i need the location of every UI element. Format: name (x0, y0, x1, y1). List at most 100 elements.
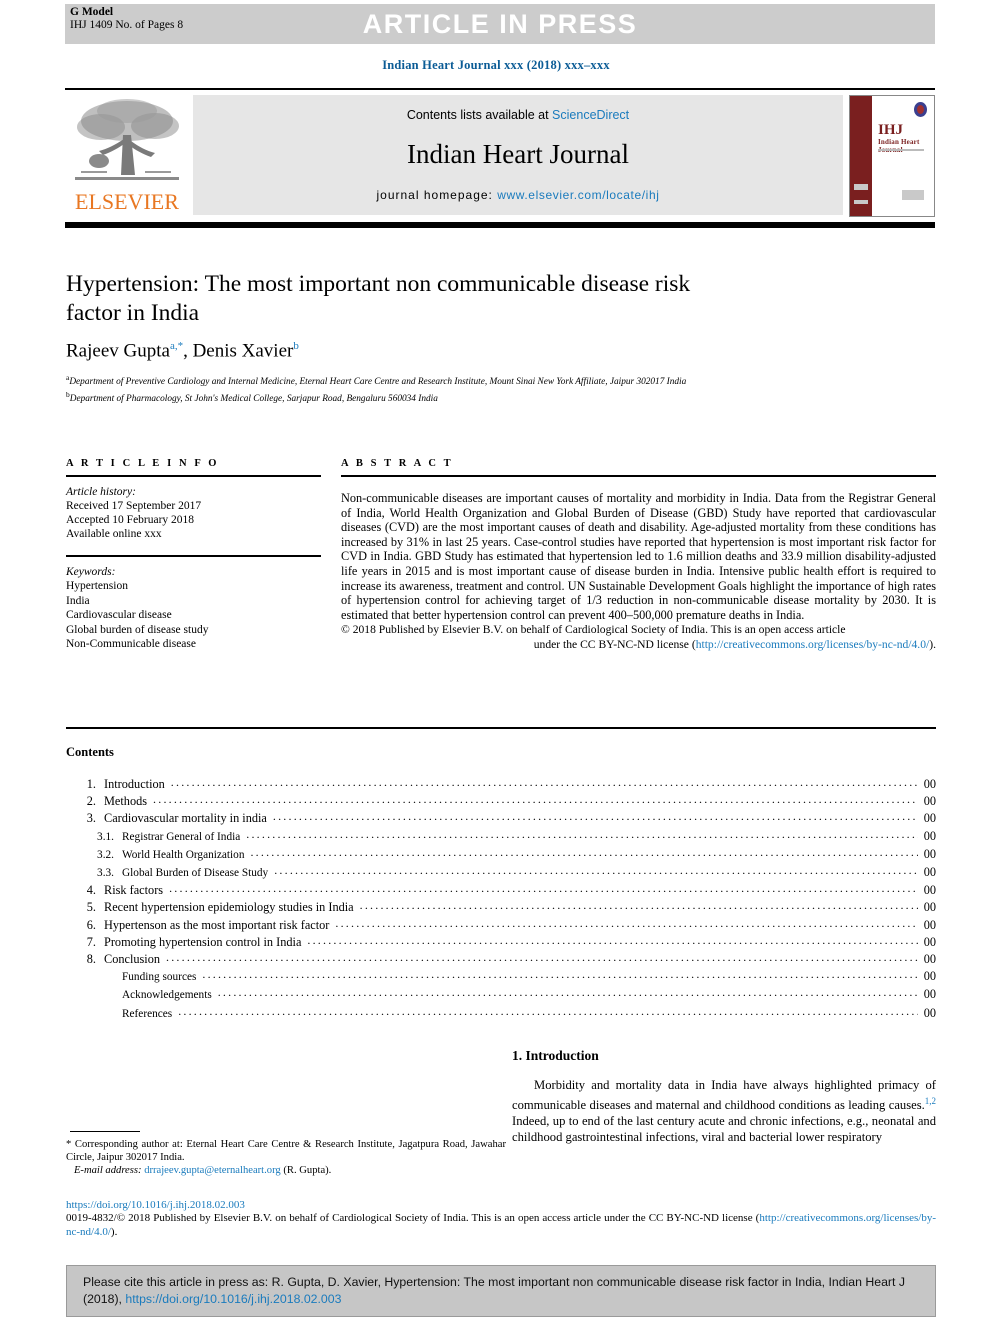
keywords-rule (66, 555, 321, 557)
received-date: Received 17 September 2017 (66, 500, 202, 512)
article-history-label: Article history: (66, 486, 136, 498)
toc-dot-leader: ........................................… (178, 1003, 918, 1018)
masthead: ELSEVIER Contents lists available at Sci… (65, 93, 935, 218)
toc-item-label[interactable]: Methods (104, 793, 153, 810)
toc-item-label[interactable]: Funding sources (122, 969, 202, 986)
toc-dot-leader: ........................................… (250, 844, 918, 859)
toc-dot-leader: ........................................… (153, 792, 918, 807)
toc-dot-leader: ........................................… (166, 950, 918, 965)
toc-item-label[interactable]: Conclusion (104, 951, 166, 968)
article-info-column: A R T I C L E I N F O Article history: R… (66, 458, 321, 652)
toc-item-number: 3. (86, 811, 96, 826)
toc-dot-leader: ........................................… (170, 775, 918, 789)
corresponding-author-footnote: * Corresponding author at: Eternal Heart… (66, 1138, 506, 1178)
journal-homepage-link[interactable]: www.elsevier.com/locate/ihj (497, 188, 659, 202)
corresponding-author-email-link[interactable]: drrajeev.gupta@eternalheart.org (144, 1165, 281, 1176)
contents-heading: Contents (66, 745, 114, 759)
toc-dot-leader: ........................................… (359, 898, 918, 913)
accepted-date: Accepted 10 February 2018 (66, 514, 195, 526)
toc-dot-leader: ........................................… (246, 826, 918, 841)
g-model-label: G Model (70, 6, 114, 18)
toc-item-page: 00 (923, 828, 936, 843)
keyword-item: Non-Communicable disease (66, 638, 196, 650)
toc-row[interactable]: References..............................… (66, 1003, 936, 1023)
introduction-heading: 1. Introduction (512, 1048, 599, 1063)
toc-item-label[interactable]: Hypertenson as the most important risk f… (104, 917, 335, 934)
g-model-block: G Model IHJ 1409 No. of Pages 8 (70, 6, 183, 32)
toc-dot-leader: ........................................… (169, 881, 918, 896)
footnote-rule (70, 1131, 140, 1132)
author-2-affiliation-marker[interactable]: b (293, 340, 299, 352)
toc-dot-leader: ........................................… (335, 915, 918, 930)
table-of-contents: 1. Introduction..........................… (66, 775, 936, 1023)
toc-dot-leader: ........................................… (272, 809, 918, 824)
toc-item-label[interactable]: Registrar General of India (122, 829, 246, 846)
abstract-licence-line: under the CC BY-NC-ND license (http://cr… (341, 638, 936, 652)
masthead-top-rule (65, 88, 935, 90)
cover-rule (878, 149, 924, 151)
author-name-2: Denis Xavier (192, 340, 294, 362)
toc-item-label[interactable]: References (122, 1006, 178, 1023)
toc-item-page: 00 (923, 865, 936, 880)
available-online-date: Available online xxx (66, 528, 162, 540)
cover-emblem-icon (914, 102, 927, 117)
citation-notice-box: Please cite this article in press as: R.… (66, 1265, 936, 1317)
toc-item-page: 00 (923, 794, 936, 809)
contents-available-line: Contents lists available at ScienceDirec… (193, 108, 843, 122)
email-address-label: E-mail address: (73, 1165, 142, 1177)
abstract-column: A B S T R A C T Non-communicable disease… (341, 458, 936, 652)
corresponding-author-text: Corresponding author at: Eternal Heart C… (66, 1139, 506, 1164)
elsevier-logo: ELSEVIER (67, 95, 187, 217)
cover-subtitle: Indian Heart Journal (878, 138, 920, 154)
abstract-copyright-line: © 2018 Published by Elsevier B.V. on beh… (341, 623, 846, 637)
licence-suffix: ). (929, 637, 936, 651)
contents-top-rule (66, 727, 936, 729)
abstract-heading: A B S T R A C T (341, 458, 454, 469)
masthead-bottom-rule (65, 222, 935, 228)
affiliations: aDepartment of Preventive Cardiology and… (66, 372, 936, 405)
cover-title: IHJ (878, 122, 904, 138)
toc-item-number: 6. (86, 917, 96, 932)
abstract-body: Non-communicable diseases are important … (341, 491, 936, 622)
issn-copyright-text: 0019-4832/© 2018 Published by Elsevier B… (66, 1212, 760, 1224)
toc-item-number: 2. (86, 794, 96, 809)
article-history: Article history: Received 17 September 2… (66, 485, 321, 541)
toc-item-page: 00 (923, 934, 936, 949)
toc-item-page: 00 (923, 883, 936, 898)
cover-text-block-left (854, 184, 868, 190)
toc-item-label[interactable]: Recent hypertension epidemiology studies… (104, 899, 360, 916)
toc-item-label[interactable]: Risk factors (104, 882, 169, 899)
article-in-press-label: ARTICLE IN PRESS (362, 9, 638, 39)
toc-dot-leader: ........................................… (274, 863, 918, 878)
toc-item-number: 3.1. (97, 830, 114, 843)
toc-item-page: 00 (923, 917, 936, 932)
toc-item-number: 1. (86, 777, 96, 791)
doi-link[interactable]: https://doi.org/10.1016/j.ihj.2018.02.00… (66, 1199, 245, 1211)
sciencedirect-box: Contents lists available at ScienceDirec… (193, 95, 843, 215)
keywords-label: Keywords: (66, 565, 116, 578)
email-owner-text: (R. Gupta). (280, 1165, 332, 1177)
toc-item-label[interactable]: World Health Organization (122, 847, 250, 864)
journal-homepage-line: journal homepage: www.elsevier.com/locat… (193, 188, 843, 202)
page-title: Hypertension: The most important non com… (66, 271, 691, 326)
toc-dot-leader: ........................................… (202, 967, 918, 982)
journal-title: Indian Heart Journal (407, 139, 629, 169)
introduction-text-part2: Indeed, up to end of the last century ac… (512, 1113, 936, 1144)
toc-dot-leader: ........................................… (217, 985, 918, 1000)
toc-item-page: 00 (923, 987, 936, 1002)
reference-citation-marker[interactable]: 1,2 (925, 1096, 936, 1106)
article-info-heading: A R T I C L E I N F O (66, 458, 220, 469)
cover-spine (850, 96, 872, 216)
elsevier-wordmark: ELSEVIER (75, 189, 179, 214)
toc-item-page: 00 (923, 777, 936, 791)
toc-item-number: 7. (86, 934, 96, 949)
citation-doi-link[interactable]: https://doi.org/10.1016/j.ihj.2018.02.00… (125, 1292, 341, 1306)
bottom-licence-suffix: ). (110, 1225, 118, 1238)
toc-item-page: 00 (923, 900, 936, 915)
creative-commons-link[interactable]: http://creativecommons.org/licenses/by-n… (696, 638, 930, 651)
sciencedirect-link[interactable]: ScienceDirect (552, 108, 629, 122)
keyword-item: Hypertension (66, 580, 128, 592)
author-1-affiliation-marker[interactable]: a,* (170, 340, 183, 352)
toc-item-number: 5. (86, 900, 96, 915)
toc-item-page: 00 (923, 1005, 936, 1020)
